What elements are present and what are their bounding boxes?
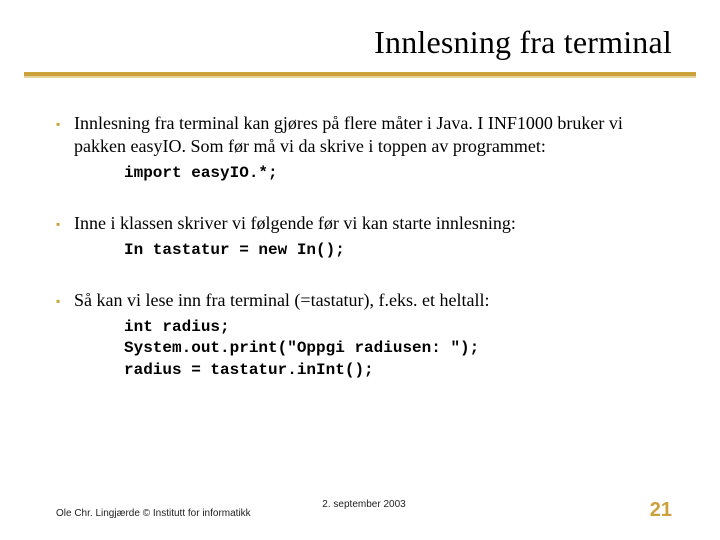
- bullet-content: Inne i klassen skriver vi følgende før v…: [74, 212, 516, 261]
- square-bullet-icon: ▪: [56, 112, 74, 136]
- slide-footer: Ole Chr. Lingjærde © Institutt for infor…: [56, 499, 672, 522]
- bullet-text: Innlesning fra terminal kan gjøres på fl…: [74, 112, 672, 159]
- bullet-text: Inne i klassen skriver vi følgende før v…: [74, 212, 516, 235]
- bullet-item: ▪ Inne i klassen skriver vi følgende før…: [56, 212, 672, 261]
- bullet-text: Så kan vi lese inn fra terminal (=tastat…: [74, 289, 490, 312]
- square-bullet-icon: ▪: [56, 212, 74, 236]
- bullet-content: Så kan vi lese inn fra terminal (=tastat…: [74, 289, 490, 381]
- bullet-content: Innlesning fra terminal kan gjøres på fl…: [74, 112, 672, 184]
- code-block: In tastatur = new In();: [124, 240, 516, 262]
- page-number: 21: [650, 499, 672, 522]
- bullet-item: ▪ Så kan vi lese inn fra terminal (=tast…: [56, 289, 672, 381]
- slide-body: ▪ Innlesning fra terminal kan gjøres på …: [56, 112, 672, 410]
- code-block: int radius; System.out.print("Oppgi radi…: [124, 317, 490, 382]
- slide: Innlesning fra terminal ▪ Innlesning fra…: [0, 0, 720, 540]
- title-wrap: Innlesning fra terminal: [0, 24, 720, 61]
- square-bullet-icon: ▪: [56, 289, 74, 313]
- bullet-item: ▪ Innlesning fra terminal kan gjøres på …: [56, 112, 672, 184]
- footer-date: 2. september 2003: [322, 499, 405, 510]
- title-underline: [24, 72, 696, 78]
- slide-title: Innlesning fra terminal: [0, 24, 720, 61]
- underline-shadow: [24, 76, 696, 78]
- footer-author: Ole Chr. Lingjærde © Institutt for infor…: [56, 508, 251, 519]
- code-block: import easyIO.*;: [124, 163, 672, 185]
